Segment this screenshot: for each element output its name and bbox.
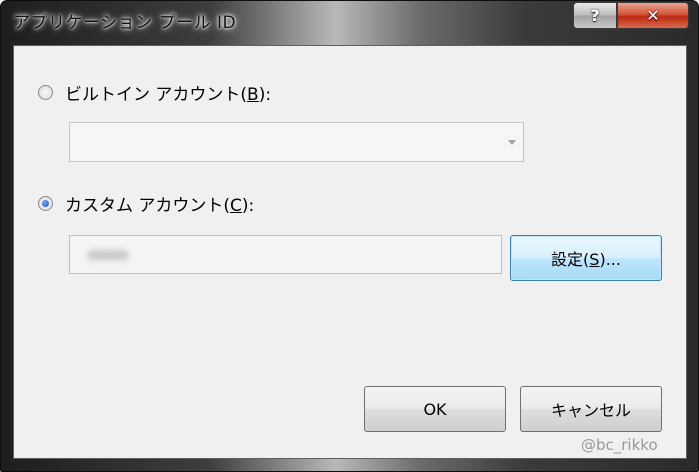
redacted-account-name [88,250,128,260]
builtin-account-radio[interactable] [38,85,53,100]
watermark: @bc_rikko [581,436,658,454]
chevron-down-icon [508,140,516,145]
title-bar[interactable]: アプリケーション プール ID ? ✕ [1,1,698,39]
builtin-account-option[interactable]: ビルトイン アカウント(B): [38,80,271,105]
question-icon: ? [590,6,600,25]
builtin-account-dropdown[interactable] [69,122,524,162]
close-button[interactable]: ✕ [617,2,689,29]
window-title: アプリケーション プール ID [13,13,237,33]
dialog-body: ビルトイン アカウント(B): カスタム アカウント(C): 設定(S)... … [13,45,687,459]
ok-button[interactable]: OK [364,386,506,432]
ok-button-label: OK [423,399,447,419]
dialog-window: アプリケーション プール ID ? ✕ ビルトイン アカウント(B): カスタム… [0,0,699,472]
set-button-label: 設定(S)... [551,250,621,269]
custom-account-radio[interactable] [38,196,53,211]
custom-account-field [69,235,502,274]
cancel-button-label: キャンセル [550,401,631,420]
custom-account-option[interactable]: カスタム アカウント(C): [38,191,254,216]
cancel-button[interactable]: キャンセル [520,386,662,432]
custom-account-label: カスタム アカウント(C): [65,196,255,216]
builtin-account-label: ビルトイン アカウント(B): [65,85,272,105]
set-button[interactable]: 設定(S)... [510,235,662,281]
help-button[interactable]: ? [573,2,617,29]
close-icon: ✕ [646,6,660,25]
